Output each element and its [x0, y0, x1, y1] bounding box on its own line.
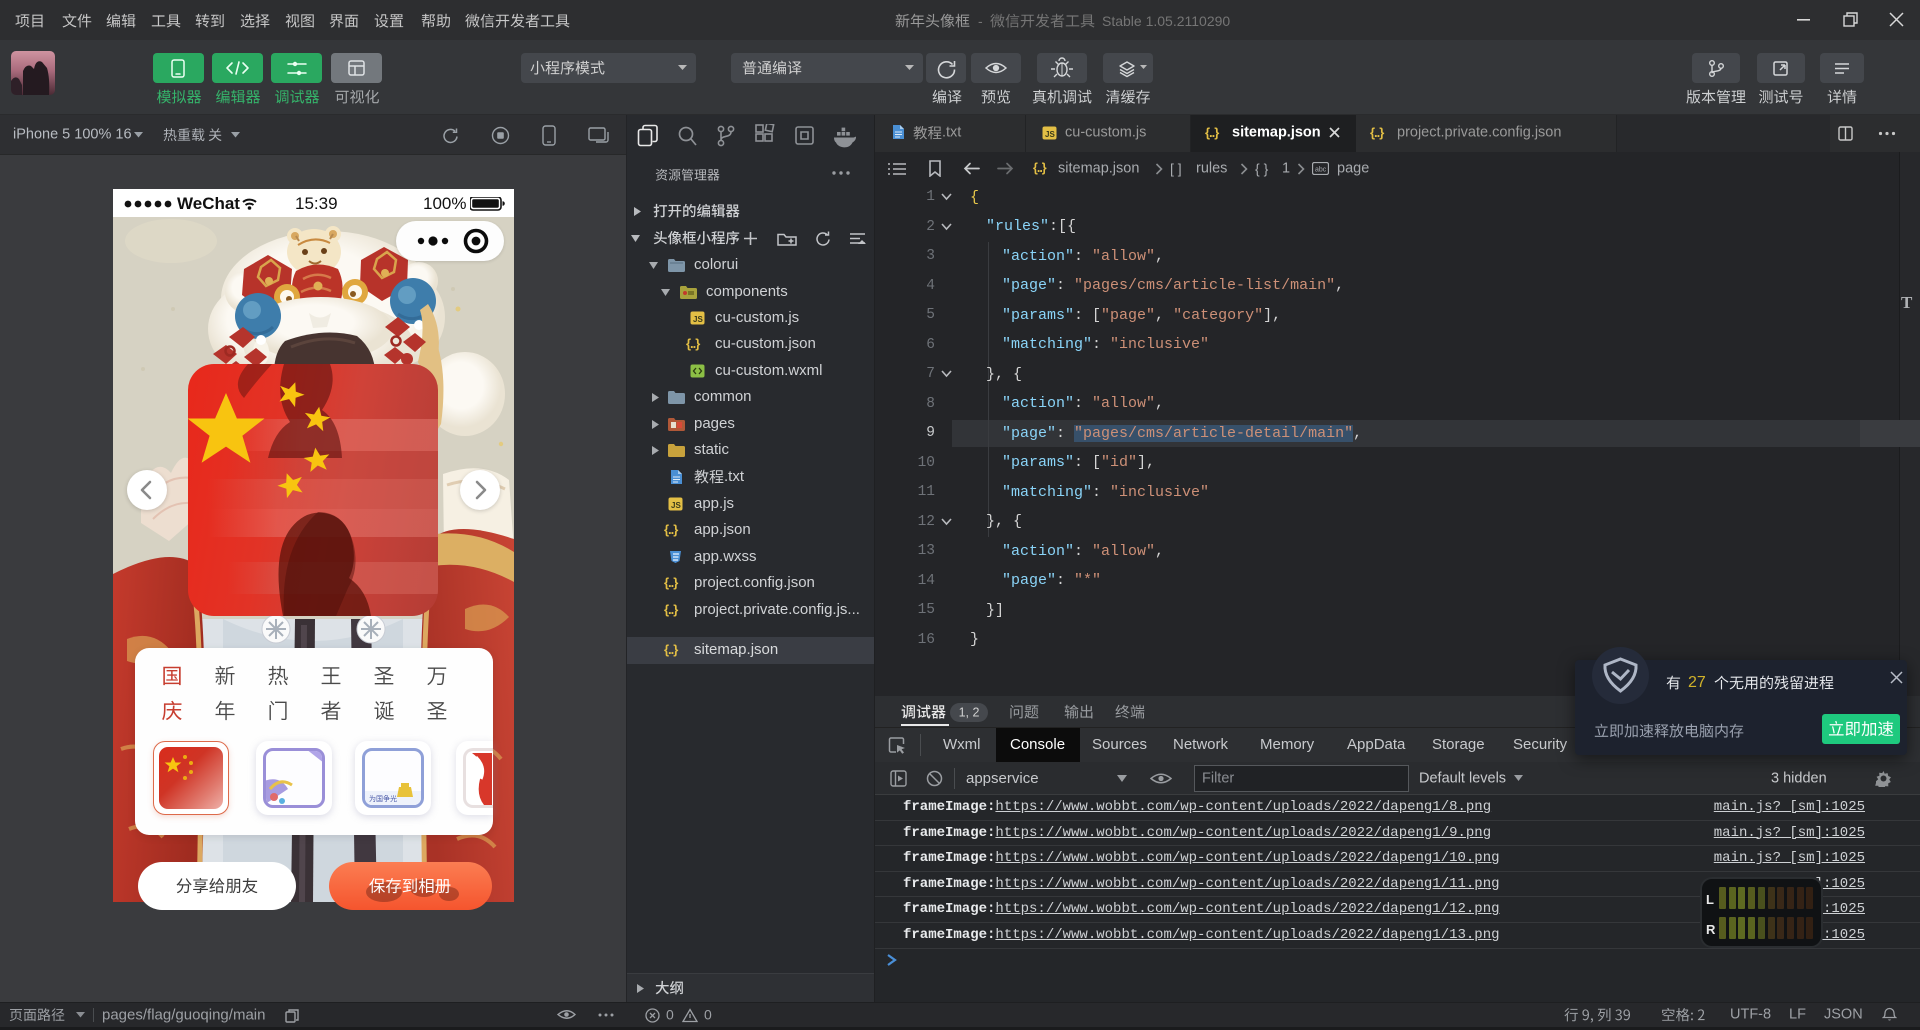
svg-text:abc: abc	[1315, 167, 1327, 174]
svg-text:为国争光: 为国争光	[369, 794, 397, 803]
svg-text:JS: JS	[1045, 130, 1055, 139]
svg-text:JS: JS	[693, 315, 703, 324]
svg-text:JS: JS	[671, 501, 681, 510]
